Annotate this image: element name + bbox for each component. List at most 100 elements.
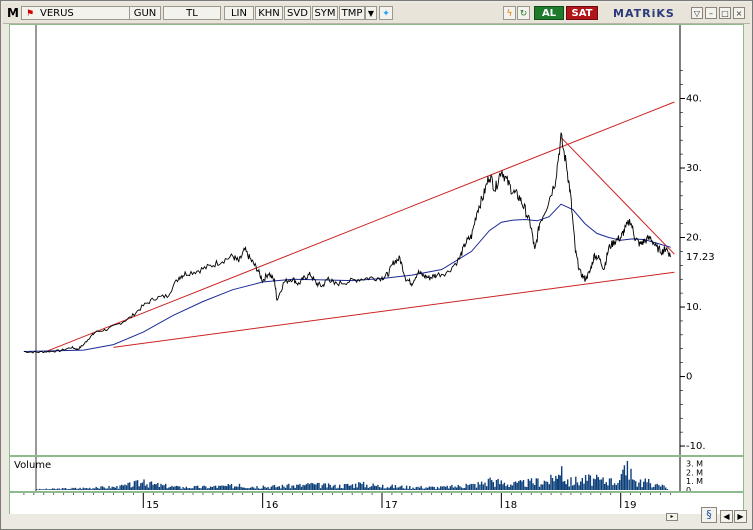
price-chart-svg: 40. 30. 20. 10. 0 -10. 17.23 xyxy=(23,25,715,455)
x-tick-label: 16 xyxy=(266,500,279,511)
volume-bar xyxy=(382,484,384,490)
volume-bar xyxy=(100,486,102,490)
volume-bar xyxy=(111,486,113,490)
volume-bar xyxy=(420,485,422,490)
refresh-icon[interactable]: ↻ xyxy=(517,6,530,20)
volume-bar xyxy=(433,487,435,490)
volume-bar xyxy=(64,488,67,490)
scroll-right-icon[interactable]: ▶ xyxy=(734,510,747,523)
volume-bar xyxy=(600,479,603,490)
volume-chart[interactable]: Volume 3. M 2. M 1. M0 xyxy=(9,456,744,495)
volume-bar xyxy=(187,488,189,490)
volume-bar xyxy=(50,489,52,490)
y-tick-label: 40. xyxy=(686,94,702,105)
volume-bar xyxy=(242,487,244,490)
tmp-button[interactable]: TMP xyxy=(339,6,365,20)
volume-bar xyxy=(180,488,183,490)
volume-bar xyxy=(491,480,493,490)
volume-bar xyxy=(176,485,178,490)
volume-bar xyxy=(417,486,419,490)
volume-bar xyxy=(527,478,529,490)
maximize-icon[interactable]: □ xyxy=(719,7,731,19)
volume-bar xyxy=(234,486,236,490)
volume-bar xyxy=(482,484,484,490)
volume-bar xyxy=(144,485,147,490)
volume-bar xyxy=(457,484,459,490)
price-chart[interactable]: 40. 30. 20. 10. 0 -10. 17.23 xyxy=(9,24,744,456)
volume-bar xyxy=(179,486,181,490)
sell-button[interactable]: SAT xyxy=(566,6,598,20)
volume-bar xyxy=(644,478,646,490)
volume-bar xyxy=(484,482,486,490)
menu-button[interactable]: M xyxy=(7,6,21,20)
volume-bar xyxy=(521,481,523,490)
volume-bar xyxy=(101,486,104,490)
volume-bar xyxy=(218,485,220,490)
symbol-field[interactable]: ⚑ VERUS xyxy=(21,6,131,20)
volume-bar xyxy=(654,484,657,490)
volume-bar xyxy=(185,486,187,490)
volume-bar xyxy=(265,487,268,490)
khn-button[interactable]: KHN xyxy=(255,6,283,20)
volume-bar xyxy=(292,485,295,490)
minimize-icon[interactable]: – xyxy=(705,7,717,19)
volume-bar xyxy=(269,488,271,490)
volume-bar xyxy=(135,480,137,490)
buy-button[interactable]: AL xyxy=(534,6,564,20)
volume-bar xyxy=(84,488,86,490)
volume-bar xyxy=(516,482,518,490)
volume-bar xyxy=(526,487,528,490)
x-tick-label: 18 xyxy=(504,500,517,511)
volume-bar xyxy=(168,487,170,490)
volume-bar xyxy=(556,478,558,490)
sym-button[interactable]: SYM xyxy=(312,6,338,20)
volume-bar xyxy=(383,488,385,490)
volume-bar xyxy=(327,483,330,490)
volume-bar xyxy=(356,487,358,490)
collapse-icon[interactable]: ▽ xyxy=(691,7,703,19)
volume-bar xyxy=(291,485,293,490)
volume-bar xyxy=(47,489,49,490)
volume-bar xyxy=(288,483,290,490)
volume-bar xyxy=(297,484,300,490)
volume-bar xyxy=(465,483,467,490)
volume-bar xyxy=(467,485,469,490)
volume-bar xyxy=(500,480,502,490)
scale-button[interactable]: LIN xyxy=(224,6,254,20)
link-icon[interactable]: § xyxy=(701,507,717,523)
volume-bar xyxy=(229,485,231,490)
x-tick-label: 15 xyxy=(146,500,159,511)
volume-bar xyxy=(152,484,154,490)
dropdown-icon[interactable]: ▼ xyxy=(365,6,377,20)
volume-bar xyxy=(499,484,501,490)
scroll-left-icon[interactable]: ◀ xyxy=(720,510,733,523)
volume-bar xyxy=(444,486,447,490)
volume-bar xyxy=(342,488,344,490)
volume-bar xyxy=(172,486,175,490)
volume-bar xyxy=(272,485,274,490)
currency-button[interactable]: TL xyxy=(163,6,221,20)
volume-bar xyxy=(281,484,284,490)
twitter-icon[interactable]: ✦ xyxy=(379,6,393,20)
period-button[interactable]: GUN xyxy=(129,6,161,20)
volume-bar xyxy=(558,474,560,490)
scrollbar-handle[interactable]: ▸ xyxy=(666,513,678,521)
volume-bar xyxy=(397,487,400,490)
volume-bar xyxy=(542,484,544,490)
close-icon[interactable]: × xyxy=(733,7,745,19)
volume-bar xyxy=(205,486,207,490)
volume-bar xyxy=(177,486,179,490)
volume-bar xyxy=(82,487,84,490)
volume-bar xyxy=(98,488,101,490)
volume-bar xyxy=(628,479,630,490)
volume-bar xyxy=(237,486,239,490)
volume-bar xyxy=(76,488,78,490)
volume-bar xyxy=(226,486,228,490)
volume-bar xyxy=(71,487,73,490)
volume-bar xyxy=(385,488,387,490)
svd-button[interactable]: SVD xyxy=(284,6,311,20)
volume-bar xyxy=(87,488,89,490)
volume-bar xyxy=(635,481,637,490)
x-axis: 15 16 17 18 19 xyxy=(9,492,744,514)
flash-icon[interactable]: ϟ xyxy=(503,6,516,20)
